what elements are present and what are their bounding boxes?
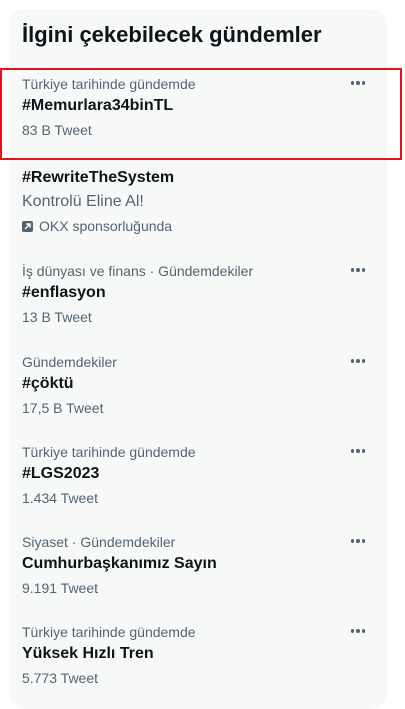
- trend-count: 1.434 Tweet: [22, 490, 99, 506]
- trend-context: Türkiye tarihinde gündemde: [22, 444, 196, 460]
- trend-context: Türkiye tarihinde gündemde: [22, 76, 196, 92]
- trend-item[interactable]: İş dünyası ve finans · Gündemdekiler #en…: [9, 263, 387, 333]
- more-options-icon[interactable]: [347, 532, 369, 550]
- more-options-icon[interactable]: [347, 261, 369, 279]
- trend-name: Yüksek Hızlı Tren: [22, 645, 154, 662]
- trend-count: 83 B Tweet: [22, 122, 92, 138]
- trend-item[interactable]: Siyaset · Gündemdekiler Cumhurbaşkanımız…: [9, 534, 387, 604]
- trend-name: #çöktü: [22, 375, 74, 392]
- promoted-sponsor: OKX sponsorluğunda: [39, 218, 173, 234]
- promoted-trend[interactable]: #RewriteTheSystem Kontrolü Eline Al! OKX…: [9, 169, 387, 239]
- trend-count: 5.773 Tweet: [22, 670, 99, 686]
- more-options-icon[interactable]: [347, 352, 369, 370]
- trend-count: 9.191 Tweet: [22, 580, 99, 596]
- trend-context: Türkiye tarihinde gündemde: [22, 624, 196, 640]
- promoted-icon: [22, 220, 33, 232]
- promoted-description: Kontrolü Eline Al!: [22, 193, 144, 210]
- trend-name: #LGS2023: [22, 465, 100, 482]
- trend-item[interactable]: Türkiye tarihinde gündemde Yüksek Hızlı …: [9, 624, 387, 694]
- trend-context: İş dünyası ve finans · Gündemdekiler: [22, 263, 254, 279]
- trend-name: #Memurlara34binTL: [22, 97, 174, 114]
- trend-count: 17,5 B Tweet: [22, 400, 104, 416]
- trend-count: 13 B Tweet: [22, 309, 92, 325]
- trend-context: Siyaset · Gündemdekiler: [22, 534, 176, 550]
- trend-item[interactable]: Türkiye tarihinde gündemde #Memurlara34b…: [9, 76, 387, 146]
- trend-name: Cumhurbaşkanımız Sayın: [22, 555, 217, 572]
- more-options-icon[interactable]: [347, 442, 369, 460]
- promoted-name: #RewriteTheSystem: [22, 169, 175, 186]
- trends-panel: İlgini çekebilecek gündemler Türkiye tar…: [9, 9, 387, 709]
- trend-item[interactable]: Gündemdekiler #çöktü 17,5 B Tweet: [9, 354, 387, 424]
- more-options-icon[interactable]: [347, 74, 369, 92]
- promoted-sponsor-line: OKX sponsorluğunda: [22, 218, 172, 234]
- more-options-icon[interactable]: [347, 622, 369, 640]
- section-title: İlgini çekebilecek gündemler: [22, 22, 322, 47]
- trend-context: Gündemdekiler: [22, 354, 117, 370]
- trend-name: #enflasyon: [22, 284, 106, 301]
- trend-item[interactable]: Türkiye tarihinde gündemde #LGS2023 1.43…: [9, 444, 387, 514]
